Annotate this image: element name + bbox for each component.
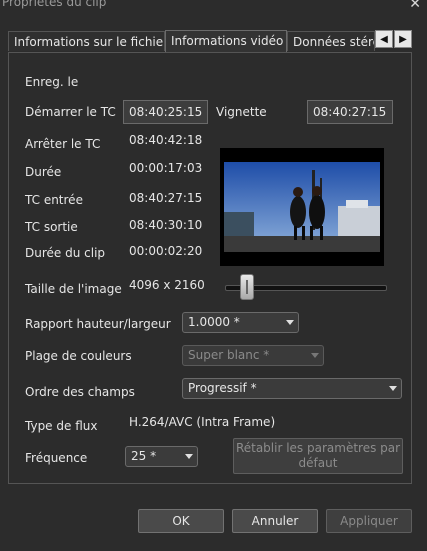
frequence-dropdown[interactable]: 25 * xyxy=(125,446,198,467)
frequence-label: Fréquence xyxy=(25,451,88,465)
tc-entree-value: 08:40:27:15 xyxy=(129,191,203,205)
tab-informations-video[interactable]: Informations vidéo xyxy=(165,30,287,52)
apply-button[interactable]: Appliquer xyxy=(326,509,412,533)
plage-couleurs-value: Super blanc * xyxy=(188,348,270,362)
duree-clip-label: Durée du clip xyxy=(25,246,106,260)
tc-entree-label: TC entrée xyxy=(25,193,83,207)
rapport-label: Rapport hauteur/largeur xyxy=(25,317,171,331)
reset-button-line2: défaut xyxy=(298,456,338,470)
reset-button-line1: Rétablir les paramètres par xyxy=(235,441,401,455)
vignette-label: Vignette xyxy=(216,105,267,119)
ordre-champs-label: Ordre des champs xyxy=(25,385,135,399)
arreter-tc-label: Arrêter le TC xyxy=(25,137,101,151)
thumbnail-image xyxy=(220,148,384,266)
window-title: Propriétés du clip xyxy=(2,0,107,9)
type-flux-value: H.264/AVC (Intra Frame) xyxy=(129,415,276,429)
ordre-champs-dropdown[interactable]: Progressif * xyxy=(182,378,402,399)
reset-defaults-button[interactable]: Rétablir les paramètres par défaut xyxy=(233,438,403,474)
frequence-value: 25 * xyxy=(131,449,157,463)
plage-couleurs-label: Plage de couleurs xyxy=(25,349,132,363)
chevron-down-icon xyxy=(311,353,319,358)
taille-image-value: 4096 x 2160 xyxy=(129,278,205,292)
tc-sortie-value: 08:40:30:10 xyxy=(129,218,203,232)
chevron-down-icon xyxy=(389,386,397,391)
ok-button[interactable]: OK xyxy=(138,509,224,533)
chevron-down-icon xyxy=(185,454,193,459)
taille-image-label: Taille de l'image xyxy=(25,282,122,296)
demarrer-tc-label: Démarrer le TC xyxy=(25,105,116,119)
cancel-button[interactable]: Annuler xyxy=(232,509,318,533)
vignette-value: 08:40:27:15 xyxy=(307,100,393,124)
duree-value: 00:00:17:03 xyxy=(129,161,203,175)
arreter-tc-value: 08:40:42:18 xyxy=(129,133,203,147)
demarrer-tc-value: 08:40:25:15 xyxy=(123,100,208,124)
tab-next-icon[interactable]: ▶ xyxy=(394,30,412,48)
chevron-down-icon xyxy=(286,320,294,325)
duree-clip-value: 00:00:02:20 xyxy=(129,244,203,258)
enreg-label: Enreg. le xyxy=(25,75,79,89)
video-thumbnail xyxy=(220,148,384,266)
thumbnail-slider-handle[interactable] xyxy=(240,274,254,300)
tc-sortie-label: TC sortie xyxy=(25,220,78,234)
tab-donnees-stereo[interactable]: Données stéré xyxy=(287,31,375,51)
title-bar: Propriétés du clip ✕ xyxy=(0,0,427,14)
type-flux-label: Type de flux xyxy=(25,419,98,433)
rapport-value: 1.0000 * xyxy=(188,315,240,329)
tab-informations-fichier[interactable]: Informations sur le fichier xyxy=(8,31,165,51)
close-icon[interactable]: ✕ xyxy=(409,0,421,12)
plage-couleurs-dropdown[interactable]: Super blanc * xyxy=(182,345,324,366)
duree-label: Durée xyxy=(25,165,62,179)
ordre-champs-value: Progressif * xyxy=(188,381,257,395)
rapport-dropdown[interactable]: 1.0000 * xyxy=(182,312,299,333)
tab-prev-icon[interactable]: ◀ xyxy=(375,30,393,48)
tab-bar: Informations sur le fichier Informations… xyxy=(8,30,412,52)
